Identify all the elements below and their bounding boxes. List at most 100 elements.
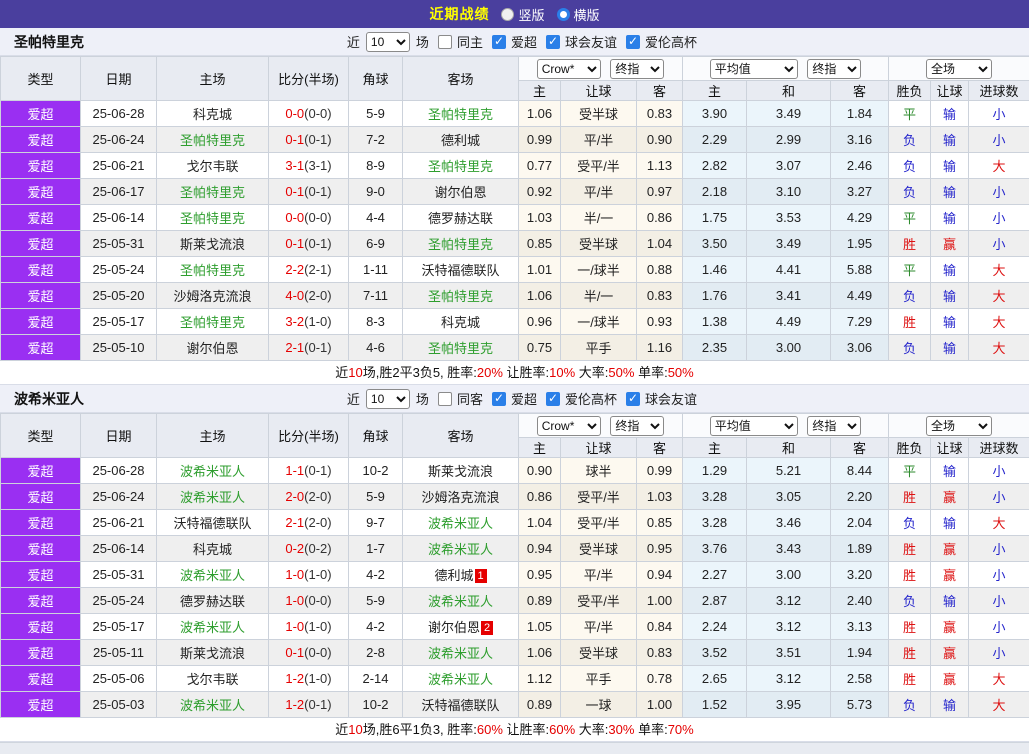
date-cell: 25-06-21 xyxy=(81,153,157,179)
handicap-result-cell: 赢 xyxy=(931,536,969,562)
home-team[interactable]: 德罗赫达联 xyxy=(157,588,269,614)
home-team[interactable]: 波希米亚人 xyxy=(157,562,269,588)
goals-result-cell: 大 xyxy=(969,510,1029,536)
home-team[interactable]: 戈尔韦联 xyxy=(157,153,269,179)
crow-away-odds: 0.94 xyxy=(637,562,683,588)
layout-radio-vertical[interactable]: 竖版 xyxy=(501,5,544,24)
home-team[interactable]: 圣帕特里克 xyxy=(157,309,269,335)
away-team[interactable]: 谢尔伯恩2 xyxy=(403,614,519,640)
corners-cell: 9-7 xyxy=(349,510,403,536)
result-cell: 平 xyxy=(889,458,931,484)
avg-draw-odds: 4.49 xyxy=(747,309,831,335)
home-team[interactable]: 斯莱戈流浪 xyxy=(157,640,269,666)
home-team[interactable]: 谢尔伯恩 xyxy=(157,335,269,361)
home-team[interactable]: 斯莱戈流浪 xyxy=(157,231,269,257)
date-cell: 25-05-10 xyxy=(81,335,157,361)
home-team[interactable]: 科克城 xyxy=(157,536,269,562)
result-cell: 负 xyxy=(889,335,931,361)
final-odds-select[interactable]: 终指 xyxy=(610,416,664,436)
filter-checkbox[interactable] xyxy=(492,392,506,406)
fulltime-select[interactable]: 全场 xyxy=(926,416,992,436)
goals-result-cell: 小 xyxy=(969,458,1029,484)
goals-result-cell: 小 xyxy=(969,562,1029,588)
filter-checkbox[interactable] xyxy=(438,392,452,406)
away-team[interactable]: 斯莱戈流浪 xyxy=(403,458,519,484)
goals-result-cell: 小 xyxy=(969,536,1029,562)
filter-checkbox[interactable] xyxy=(438,35,452,49)
league-cell: 爱超 xyxy=(1,335,81,361)
col-score: 比分(半场) xyxy=(269,414,349,458)
home-team[interactable]: 圣帕特里克 xyxy=(157,257,269,283)
home-team[interactable]: 波希米亚人 xyxy=(157,484,269,510)
home-team[interactable]: 沃特福德联队 xyxy=(157,510,269,536)
filter-checkbox[interactable] xyxy=(492,35,506,49)
handicap-result-cell: 赢 xyxy=(931,231,969,257)
date-cell: 25-05-17 xyxy=(81,614,157,640)
crow-select[interactable]: Crow* xyxy=(537,59,601,79)
final-odds-select[interactable]: 终指 xyxy=(610,59,664,79)
away-team[interactable]: 德利城 xyxy=(403,127,519,153)
home-team[interactable]: 沙姆洛克流浪 xyxy=(157,283,269,309)
away-team[interactable]: 圣帕特里克 xyxy=(403,153,519,179)
average-select[interactable]: 平均值 xyxy=(710,416,798,436)
table-row: 爱超 25-05-31 波希米亚人 1-0(1-0) 4-2 德利城1 0.95… xyxy=(1,562,1029,588)
filter-checkbox[interactable] xyxy=(546,392,560,406)
match-count-select[interactable]: 10 xyxy=(366,389,410,409)
home-team[interactable]: 波希米亚人 xyxy=(157,614,269,640)
away-team[interactable]: 谢尔伯恩 xyxy=(403,179,519,205)
away-team[interactable]: 德罗赫达联 xyxy=(403,205,519,231)
away-team[interactable]: 波希米亚人 xyxy=(403,640,519,666)
away-team[interactable]: 德利城1 xyxy=(403,562,519,588)
home-team[interactable]: 戈尔韦联 xyxy=(157,666,269,692)
final-odds-select-2[interactable]: 终指 xyxy=(807,416,861,436)
filter-checkbox[interactable] xyxy=(546,35,560,49)
home-team[interactable]: 波希米亚人 xyxy=(157,458,269,484)
final-odds-select-2[interactable]: 终指 xyxy=(807,59,861,79)
match-count-select[interactable]: 10 xyxy=(366,32,410,52)
away-team[interactable]: 波希米亚人 xyxy=(403,536,519,562)
away-team[interactable]: 圣帕特里克 xyxy=(403,335,519,361)
filter-checkbox[interactable] xyxy=(626,392,640,406)
home-team[interactable]: 波希米亚人 xyxy=(157,692,269,718)
topbar: 近期战绩 竖版 横版 xyxy=(0,0,1029,28)
handicap-cell: 一/球半 xyxy=(561,257,637,283)
league-cell: 爱超 xyxy=(1,101,81,127)
score-cell: 0-1(0-1) xyxy=(269,127,349,153)
goals-result-cell: 大 xyxy=(969,692,1029,718)
fulltime-select[interactable]: 全场 xyxy=(926,59,992,79)
away-team[interactable]: 波希米亚人 xyxy=(403,510,519,536)
away-team[interactable]: 波希米亚人 xyxy=(403,666,519,692)
col-avg-home: 主 xyxy=(683,438,747,458)
avg-away-odds: 4.49 xyxy=(831,283,889,309)
table-row: 爱超 25-06-21 沃特福德联队 2-1(2-0) 9-7 波希米亚人 1.… xyxy=(1,510,1029,536)
goals-result-cell: 大 xyxy=(969,257,1029,283)
crow-away-odds: 0.93 xyxy=(637,309,683,335)
goals-result-cell: 小 xyxy=(969,614,1029,640)
avg-home-odds: 3.52 xyxy=(683,640,747,666)
away-team[interactable]: 波希米亚人 xyxy=(403,588,519,614)
filter-checkbox[interactable] xyxy=(626,35,640,49)
away-team[interactable]: 圣帕特里克 xyxy=(403,101,519,127)
average-select[interactable]: 平均值 xyxy=(710,59,798,79)
away-team[interactable]: 沃特福德联队 xyxy=(403,692,519,718)
away-team[interactable]: 沃特福德联队 xyxy=(403,257,519,283)
home-team[interactable]: 科克城 xyxy=(157,101,269,127)
col-avg-draw: 和 xyxy=(747,438,831,458)
corners-cell: 7-11 xyxy=(349,283,403,309)
crow-home-odds: 0.89 xyxy=(519,588,561,614)
away-team[interactable]: 圣帕特里克 xyxy=(403,231,519,257)
table-row: 爱超 25-05-11 斯莱戈流浪 0-1(0-0) 2-8 波希米亚人 1.0… xyxy=(1,640,1029,666)
score-cell: 0-2(0-2) xyxy=(269,536,349,562)
home-team[interactable]: 圣帕特里克 xyxy=(157,179,269,205)
layout-radio-horizontal[interactable]: 横版 xyxy=(557,5,600,24)
away-team[interactable]: 沙姆洛克流浪 xyxy=(403,484,519,510)
home-team[interactable]: 圣帕特里克 xyxy=(157,205,269,231)
home-team[interactable]: 圣帕特里克 xyxy=(157,127,269,153)
crow-home-odds: 0.85 xyxy=(519,231,561,257)
matches-table-2: 类型 日期 主场 比分(半场) 角球 客场 Crow* 终指 平均值 终指 全场… xyxy=(0,413,1029,718)
away-team[interactable]: 科克城 xyxy=(403,309,519,335)
radio-label: 横版 xyxy=(574,5,600,24)
crow-select[interactable]: Crow* xyxy=(537,416,601,436)
crow-away-odds: 1.00 xyxy=(637,692,683,718)
away-team[interactable]: 圣帕特里克 xyxy=(403,283,519,309)
